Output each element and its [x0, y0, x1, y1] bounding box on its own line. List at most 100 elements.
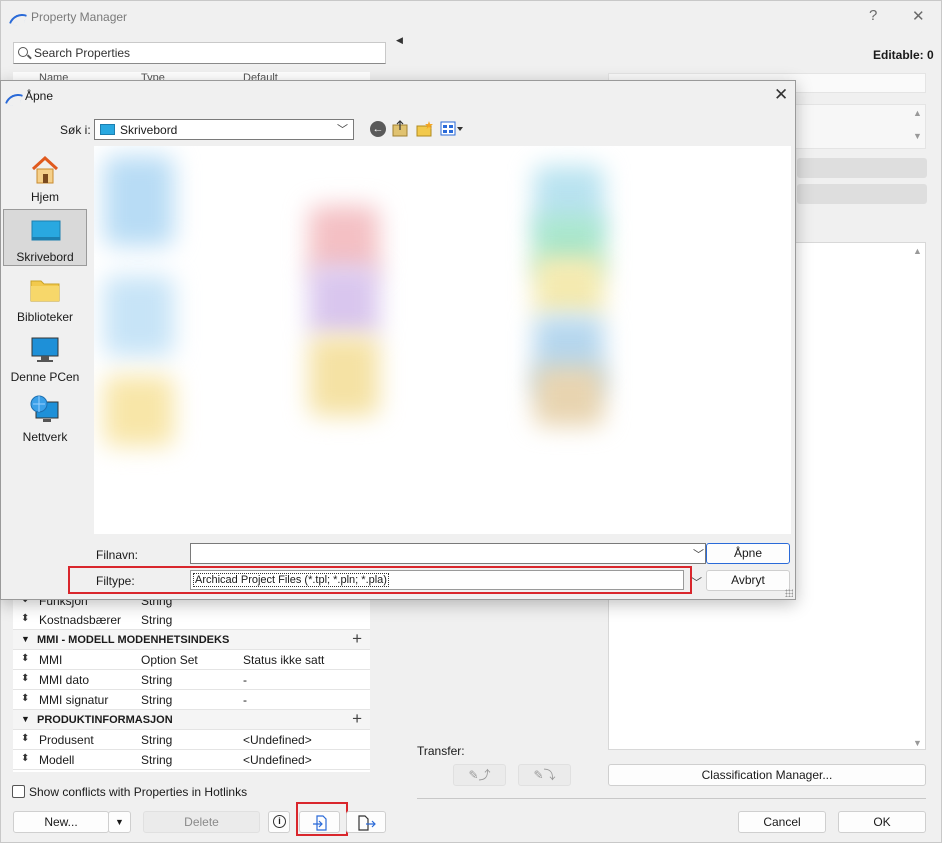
lookin-label: Søk i: — [60, 123, 91, 137]
group-header-produkt[interactable]: ▼ PRODUKTINFORMASJON + — [13, 709, 370, 730]
value-type-select[interactable] — [797, 184, 927, 204]
table-row[interactable]: ⬍ MMI dato String - — [13, 670, 370, 690]
place-denne-pcen[interactable]: Denne PCen — [3, 330, 87, 387]
computer-icon — [31, 337, 59, 362]
transfer-pick-button[interactable]: ✎⤴ — [453, 764, 506, 786]
blurred-file-item[interactable] — [309, 336, 379, 416]
file-list-margin — [717, 146, 791, 534]
place-hjem[interactable]: Hjem — [3, 150, 87, 207]
place-nettverk[interactable]: Nettverk — [3, 390, 87, 447]
open-button[interactable]: Åpne — [706, 543, 790, 564]
reorder-icon[interactable]: ⬍ — [21, 673, 29, 684]
dialog-title: Åpne — [25, 89, 54, 103]
reorder-icon[interactable]: ⬍ — [21, 753, 29, 764]
row-type: String — [141, 673, 173, 687]
classification-manager-button[interactable]: Classification Manager... — [608, 764, 926, 786]
filename-label: Filnavn: — [96, 548, 139, 562]
dialog-close-button[interactable]: ✕ — [774, 85, 788, 105]
home-icon — [31, 155, 59, 184]
blurred-file-item[interactable] — [309, 266, 379, 336]
up-folder-icon[interactable] — [392, 120, 408, 138]
network-icon — [30, 395, 59, 422]
place-label: Skrivebord — [16, 250, 74, 264]
add-property-icon[interactable]: + — [352, 629, 362, 649]
place-label: Biblioteker — [16, 310, 74, 324]
cancel-button[interactable]: Cancel — [738, 811, 826, 833]
row-name: Produsent — [39, 733, 94, 747]
group-select[interactable] — [797, 158, 927, 178]
group-header-mmi[interactable]: ▼ MMI - MODELL MODENHETSINDEKS + — [13, 629, 370, 650]
new-button[interactable]: New... — [13, 811, 109, 833]
table-row[interactable]: ⬍ MMI Option Set Status ikke satt — [13, 650, 370, 670]
blurred-file-item[interactable] — [534, 366, 604, 426]
chevron-down-icon[interactable]: ﹀ — [693, 546, 704, 562]
place-biblioteker[interactable]: Biblioteker — [3, 270, 87, 327]
filename-input[interactable] — [190, 543, 706, 564]
chevron-down-icon[interactable]: ﹀ — [691, 574, 702, 590]
ok-button[interactable]: OK — [838, 811, 926, 833]
search-input[interactable] — [34, 45, 374, 61]
folder-icon — [30, 280, 60, 302]
view-menu-icon[interactable] — [440, 121, 464, 137]
resize-grip-icon[interactable] — [785, 589, 793, 597]
editable-count: Editable: 0 — [873, 48, 934, 62]
reorder-icon[interactable]: ⬍ — [21, 693, 29, 704]
desktop-icon — [31, 220, 61, 241]
lookin-value: Skrivebord — [120, 123, 178, 137]
chevron-down-icon: ﹀ — [337, 124, 348, 136]
pm-close-button[interactable]: ✕ — [912, 7, 925, 25]
show-conflicts-label: Show conflicts with Properties in Hotlin… — [29, 785, 248, 799]
help-button[interactable]: ? — [869, 7, 877, 24]
search-icon — [18, 47, 28, 57]
dialog-cancel-button[interactable]: Avbryt — [706, 570, 790, 591]
desktop-folder-icon — [100, 124, 115, 135]
row-type: String — [141, 733, 173, 747]
export-icon — [358, 815, 376, 831]
new-dropdown-button[interactable]: ▼ — [108, 811, 131, 833]
collapse-triangle-icon[interactable]: ▼ — [21, 714, 30, 724]
scroll-up-icon[interactable]: ▲ — [913, 246, 922, 256]
collapse-panel-icon[interactable]: ◀ — [396, 35, 403, 46]
table-row[interactable]: ⬍ Modell String <Undefined> — [13, 750, 370, 770]
row-name: MMI dato — [39, 673, 90, 687]
row-name: MMI — [39, 653, 63, 667]
divider — [417, 798, 926, 799]
info-button[interactable]: i — [268, 811, 290, 833]
scroll-down-icon[interactable]: ▼ — [913, 738, 922, 748]
add-property-icon[interactable]: + — [352, 709, 362, 729]
blurred-file-item[interactable] — [104, 156, 174, 246]
export-button[interactable] — [346, 811, 386, 833]
blurred-file-item[interactable] — [104, 376, 174, 446]
transfer-inject-button[interactable]: ✎⤵ — [518, 764, 571, 786]
show-conflicts-checkbox[interactable] — [12, 785, 25, 798]
pm-title: Property Manager — [31, 10, 128, 24]
place-label: Hjem — [30, 190, 59, 204]
table-row[interactable]: ⬍ MMI signatur String - — [13, 690, 370, 710]
row-default: - — [243, 693, 247, 707]
table-row[interactable]: ⬍ Kostnadsbærer String — [13, 610, 370, 630]
new-folder-icon[interactable] — [416, 120, 434, 138]
blurred-file-item[interactable] — [104, 276, 174, 356]
scroll-up-icon[interactable]: ▲ — [913, 108, 922, 118]
place-skrivebord[interactable]: Skrivebord — [3, 209, 87, 266]
reorder-icon[interactable]: ⬍ — [21, 653, 29, 664]
row-type: String — [141, 693, 173, 707]
collapse-triangle-icon[interactable]: ▼ — [21, 634, 30, 644]
open-file-dialog: Åpne ✕ Søk i: Skrivebord ﹀ ← Hjem Skrive… — [0, 80, 796, 600]
back-icon[interactable]: ← — [370, 121, 386, 137]
search-field[interactable] — [13, 42, 386, 64]
pm-titlebar: Property Manager ? ✕ — [1, 1, 941, 33]
row-default: Status ikke satt — [243, 653, 325, 667]
reorder-icon[interactable]: ⬍ — [21, 613, 29, 624]
file-list[interactable] — [94, 146, 791, 534]
group-label: PRODUKTINFORMASJON — [37, 714, 173, 726]
highlight-import-button — [296, 802, 348, 836]
lookin-select[interactable]: Skrivebord ﹀ — [94, 119, 354, 140]
scroll-down-icon[interactable]: ▼ — [913, 131, 922, 141]
table-row[interactable]: ⬍ Produsent String <Undefined> — [13, 730, 370, 750]
eyedropper-icon: ✎⤴ — [468, 768, 491, 782]
blurred-file-item[interactable] — [534, 256, 604, 316]
reorder-icon[interactable]: ⬍ — [21, 733, 29, 744]
info-icon: i — [273, 815, 286, 828]
delete-button[interactable]: Delete — [143, 811, 260, 833]
